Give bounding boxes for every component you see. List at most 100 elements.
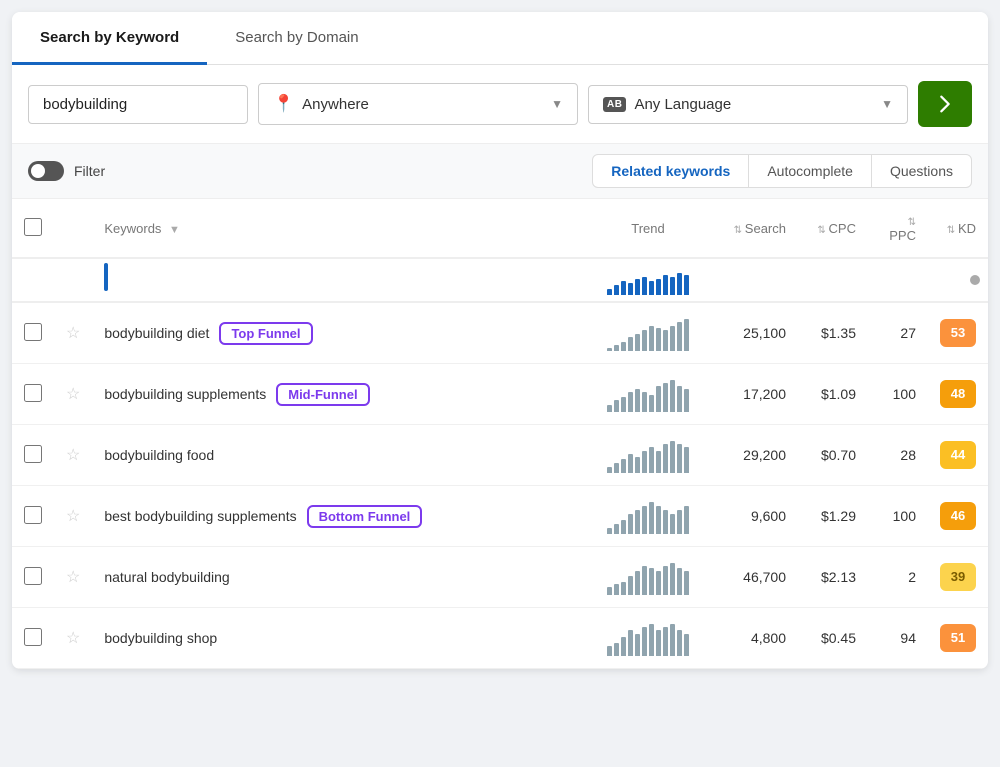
row-checkbox[interactable]	[24, 384, 42, 402]
row-search-cell: 4,800	[708, 608, 798, 669]
row-trend-cell	[588, 425, 708, 486]
star-icon[interactable]: ☆	[66, 447, 80, 464]
star-icon[interactable]: ☆	[66, 386, 80, 403]
row-kd-cell: 53	[928, 302, 988, 364]
trend-chart	[600, 315, 696, 351]
funnel-tag: Top Funnel	[219, 322, 312, 345]
row-trend-cell	[588, 486, 708, 547]
row-ppc-cell: 94	[868, 608, 928, 669]
keyword-text: bodybuilding diet	[104, 325, 209, 341]
funnel-tag: Bottom Funnel	[307, 505, 423, 528]
row-cpc-cell: $1.09	[798, 364, 868, 425]
table-header-row: Keywords ▼ Trend ⇅ Search ⇅ CPC ⇅ PPC ⇅ …	[12, 199, 988, 258]
sort-icon: ▼	[169, 224, 180, 236]
filter-label: Filter	[74, 163, 105, 179]
row-checkbox[interactable]	[24, 323, 42, 341]
main-card: Search by Keyword Search by Domain 📍 Any…	[12, 12, 988, 669]
keyword-text: bodybuilding supplements	[104, 386, 266, 402]
row-ppc-cell: 100	[868, 486, 928, 547]
location-icon: 📍	[273, 94, 294, 114]
row-cpc-cell: $1.29	[798, 486, 868, 547]
row-trend-cell	[588, 547, 708, 608]
star-icon[interactable]: ☆	[66, 325, 80, 342]
header-trend-chart	[600, 259, 696, 295]
row-checkbox[interactable]	[24, 567, 42, 585]
row-search-cell: 25,100	[708, 302, 798, 364]
kd-badge: 44	[940, 441, 976, 469]
location-label: Anywhere	[302, 96, 543, 113]
tab-autocomplete[interactable]: Autocomplete	[749, 155, 872, 187]
filter-toggle[interactable]: Filter	[28, 161, 105, 181]
kd-badge: 46	[940, 502, 976, 530]
th-cpc[interactable]: ⇅ CPC	[798, 199, 868, 258]
row-cpc-cell: $0.45	[798, 608, 868, 669]
trend-chart	[600, 559, 696, 595]
row-kd-cell: 46	[928, 486, 988, 547]
row-checkbox-cell	[12, 425, 54, 486]
keyword-input[interactable]	[28, 85, 248, 124]
th-checkbox	[12, 199, 54, 258]
tab-search-domain[interactable]: Search by Domain	[207, 13, 386, 65]
th-star	[54, 199, 92, 258]
language-label: Any Language	[634, 96, 873, 113]
keyword-text: natural bodybuilding	[104, 569, 229, 585]
select-all-checkbox[interactable]	[24, 218, 42, 236]
star-icon[interactable]: ☆	[66, 508, 80, 525]
tab-questions[interactable]: Questions	[872, 155, 971, 187]
table-body: ☆ bodybuilding diet Top Funnel 25,100 $1…	[12, 302, 988, 669]
arrow-right-icon	[934, 93, 956, 115]
row-checkbox[interactable]	[24, 445, 42, 463]
row-search-cell: 29,200	[708, 425, 798, 486]
row-cpc-cell: $0.70	[798, 425, 868, 486]
row-trend-cell	[588, 364, 708, 425]
row-search-cell: 46,700	[708, 547, 798, 608]
row-star-cell: ☆	[54, 425, 92, 486]
funnel-tag: Mid-Funnel	[276, 383, 369, 406]
th-kd[interactable]: ⇅ KD	[928, 199, 988, 258]
row-checkbox-cell	[12, 364, 54, 425]
table-row: ☆ best bodybuilding supplements Bottom F…	[12, 486, 988, 547]
star-icon[interactable]: ☆	[66, 569, 80, 586]
kd-badge: 48	[940, 380, 976, 408]
table-row: ☆ natural bodybuilding 46,700 $2.13 2 39	[12, 547, 988, 608]
th-ppc[interactable]: ⇅ PPC	[868, 199, 928, 258]
search-button[interactable]	[918, 81, 972, 127]
row-search-cell: 9,600	[708, 486, 798, 547]
filter-toggle-switch[interactable]	[28, 161, 64, 181]
language-dropdown[interactable]: AB Any Language ▼	[588, 85, 908, 124]
scroll-indicator	[970, 275, 980, 285]
row-checkbox[interactable]	[24, 628, 42, 646]
row-keyword-cell: natural bodybuilding	[92, 547, 588, 608]
tabs-row: Search by Keyword Search by Domain	[12, 12, 988, 65]
row-checkbox-cell	[12, 486, 54, 547]
th-trend: Trend	[588, 199, 708, 258]
row-keyword-cell: bodybuilding supplements Mid-Funnel	[92, 364, 588, 425]
row-ppc-cell: 2	[868, 547, 928, 608]
row-kd-cell: 44	[928, 425, 988, 486]
tab-related-keywords[interactable]: Related keywords	[593, 155, 749, 187]
th-keywords[interactable]: Keywords ▼	[92, 199, 588, 258]
results-tab-group: Related keywords Autocomplete Questions	[592, 154, 972, 188]
header-trend-bar-row	[12, 258, 988, 302]
table-row: ☆ bodybuilding supplements Mid-Funnel 17…	[12, 364, 988, 425]
row-trend-cell	[588, 302, 708, 364]
kd-badge: 53	[940, 319, 976, 347]
location-dropdown[interactable]: 📍 Anywhere ▼	[258, 83, 578, 125]
trend-chart	[600, 376, 696, 412]
trend-chart	[600, 498, 696, 534]
row-star-cell: ☆	[54, 608, 92, 669]
row-checkbox[interactable]	[24, 506, 42, 524]
row-star-cell: ☆	[54, 364, 92, 425]
row-search-cell: 17,200	[708, 364, 798, 425]
row-star-cell: ☆	[54, 547, 92, 608]
trend-chart	[600, 620, 696, 656]
row-keyword-cell: bodybuilding diet Top Funnel	[92, 302, 588, 364]
keyword-text: bodybuilding food	[104, 447, 214, 463]
th-search[interactable]: ⇅ Search	[708, 199, 798, 258]
tab-search-keyword[interactable]: Search by Keyword	[12, 13, 207, 65]
kd-badge: 51	[940, 624, 976, 652]
row-ppc-cell: 28	[868, 425, 928, 486]
star-icon[interactable]: ☆	[66, 630, 80, 647]
language-icon: AB	[603, 97, 626, 112]
row-ppc-cell: 27	[868, 302, 928, 364]
